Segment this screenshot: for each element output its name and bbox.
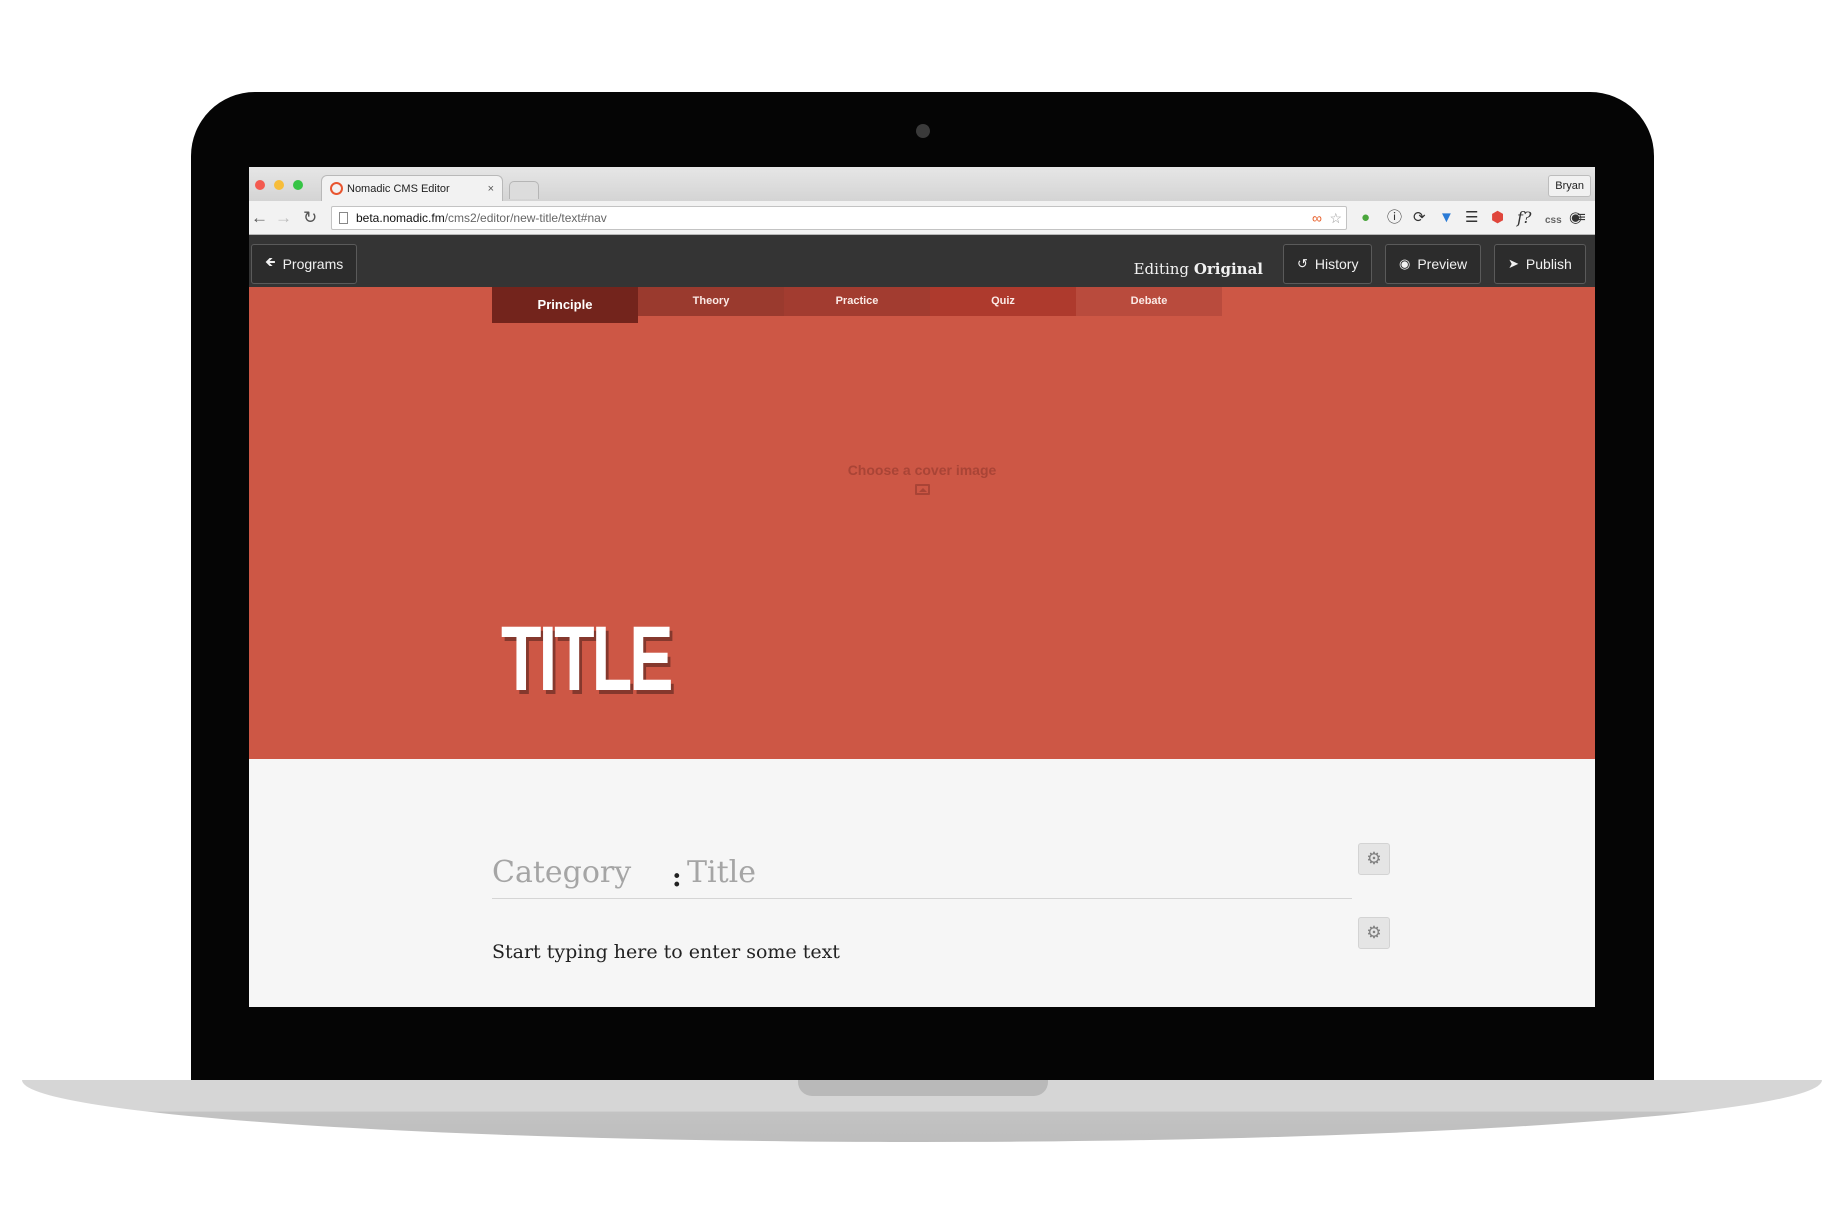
tab-debate[interactable]: Debate	[1076, 287, 1222, 316]
sync-extension-icon[interactable]: ⟳	[1413, 209, 1426, 227]
browser-tab-title: Nomadic CMS Editor	[347, 182, 450, 195]
profile-button[interactable]: Bryan	[1548, 175, 1591, 197]
preview-label: Preview	[1417, 256, 1468, 272]
reload-icon[interactable]: ↻	[303, 208, 317, 228]
arrow-left-icon: 🡸	[265, 254, 276, 269]
history-label: History	[1314, 256, 1359, 272]
laptop-base-notch	[798, 1080, 1048, 1096]
tab-quiz[interactable]: Quiz	[930, 287, 1076, 316]
publish-button[interactable]: ➤ Publish	[1494, 244, 1586, 284]
heading-separator: :	[672, 863, 682, 893]
tab-principle[interactable]: Principle	[492, 287, 638, 323]
editing-prefix: Editing	[1133, 260, 1194, 278]
image-icon	[914, 484, 930, 495]
adblock-extension-icon[interactable]: ⬢	[1491, 209, 1504, 227]
browser-tabstrip: Nomadic CMS Editor × Bryan	[249, 167, 1595, 201]
cover-image-chooser[interactable]: Choose a cover image	[249, 462, 1595, 495]
body-text-input[interactable]: Start typing here to enter some text	[492, 941, 840, 963]
title-input[interactable]: Title	[687, 855, 756, 890]
menu-icon[interactable]: ≡	[1577, 209, 1586, 227]
tab-close-icon[interactable]: ×	[488, 183, 494, 195]
heading-row: Category : Title	[492, 855, 1352, 899]
programs-button[interactable]: 🡸 Programs	[251, 244, 358, 284]
eye-icon: ◉	[1399, 256, 1411, 271]
infinity-extension-icon[interactable]: ∞	[1312, 210, 1322, 226]
window-minimize-button[interactable]	[274, 180, 284, 190]
body-settings-gear-icon[interactable]: ⚙	[1358, 917, 1390, 949]
vimeo-extension-icon[interactable]: ▼	[1439, 209, 1454, 227]
editing-status: Editing Original	[1134, 260, 1263, 278]
window-zoom-button[interactable]	[293, 180, 303, 190]
paper-plane-icon: ➤	[1508, 256, 1519, 271]
cover-image-prompt: Choose a cover image	[847, 462, 997, 478]
camera	[916, 124, 930, 138]
hero-title[interactable]: TITLE	[501, 613, 673, 705]
new-tab-button[interactable]	[509, 181, 539, 199]
tab-practice[interactable]: Practice	[784, 287, 930, 316]
tab-theory[interactable]: Theory	[638, 287, 784, 316]
browser-toolbar: ← → ↻ beta.nomadic.fm/cms2/editor/new-ti…	[249, 201, 1595, 235]
hero-cover: Principle Theory Practice Quiz Debate Choose…	[249, 287, 1595, 759]
browser-tab[interactable]: Nomadic CMS Editor ×	[321, 175, 503, 201]
css-extension-icon[interactable]: css	[1545, 212, 1562, 230]
forward-arrow-icon[interactable]: →	[275, 208, 292, 228]
layers-extension-icon[interactable]: ☰	[1465, 209, 1478, 227]
evernote-extension-icon[interactable]: ●	[1361, 209, 1370, 227]
window-close-button[interactable]	[255, 180, 265, 190]
content-area: Category : Title ⚙ Start typing here to …	[249, 759, 1595, 1007]
url-path: /cms2/editor/new-title/text#nav	[444, 211, 607, 225]
info-extension-icon[interactable]: ⓘ	[1387, 209, 1402, 227]
editing-version: Original	[1193, 260, 1263, 278]
history-icon: ↺	[1297, 256, 1308, 271]
category-input[interactable]: Category	[492, 855, 631, 890]
screen: Nomadic CMS Editor × Bryan ← → ↻ beta.no…	[249, 167, 1595, 1007]
font-extension-icon[interactable]: f?	[1517, 209, 1532, 227]
url-host: beta.nomadic.fm	[356, 211, 445, 225]
preview-button[interactable]: ◉ Preview	[1385, 244, 1482, 284]
programs-label: Programs	[282, 256, 344, 272]
app-header: 🡸 Programs Editing Original ↺ History ◉ …	[249, 235, 1595, 287]
bookmark-star-icon[interactable]: ☆	[1329, 210, 1342, 226]
publish-label: Publish	[1525, 256, 1572, 272]
page-icon	[339, 212, 348, 224]
history-button[interactable]: ↺ History	[1283, 244, 1373, 284]
heading-settings-gear-icon[interactable]: ⚙	[1358, 843, 1390, 875]
favicon-icon	[330, 182, 343, 195]
address-bar[interactable]: beta.nomadic.fm/cms2/editor/new-title/te…	[331, 206, 1347, 230]
back-arrow-icon[interactable]: ←	[251, 208, 268, 228]
